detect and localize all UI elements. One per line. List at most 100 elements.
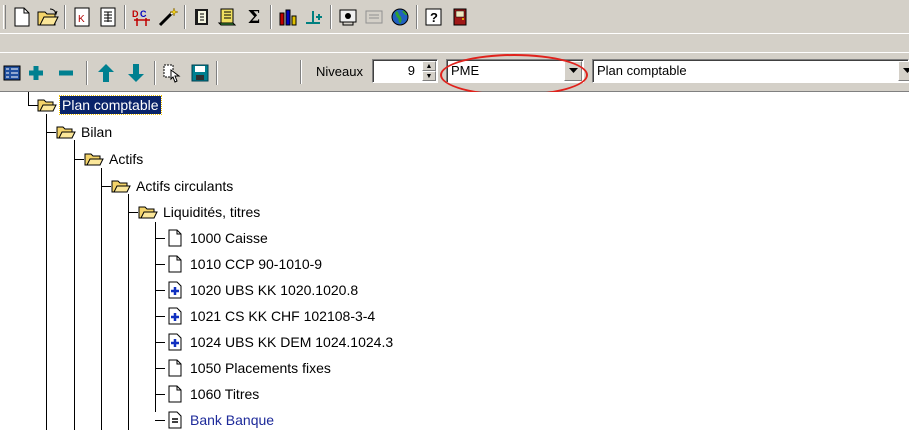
save-icon[interactable] — [188, 61, 212, 85]
minus-icon[interactable] — [54, 61, 78, 85]
add-row-icon[interactable] — [302, 5, 326, 29]
tree-node-label[interactable]: Actifs circulants — [134, 177, 235, 195]
magic-wand-icon[interactable] — [156, 5, 180, 29]
select-cursor-icon[interactable] — [160, 61, 184, 85]
tree-connector — [155, 316, 165, 317]
toolbar-separator — [330, 5, 332, 29]
helpdesk-icon[interactable] — [336, 5, 360, 29]
plan-selector-value: PME — [451, 63, 480, 78]
tree-node-label[interactable]: Liquidités, titres — [161, 203, 262, 221]
toolbar-separator — [270, 5, 272, 29]
niveaux-label: Niveaux — [316, 64, 363, 79]
tree-node-account[interactable]: 1021 CS KK CHF 102108-3-4 — [165, 303, 377, 329]
tree-node-label[interactable]: 1050 Placements fixes — [188, 359, 333, 377]
tree-node-account[interactable]: 1020 UBS KK 1020.1020.8 — [165, 277, 360, 303]
toolbar-grip[interactable] — [3, 5, 6, 29]
spinner-buttons: ▲ ▼ — [422, 61, 436, 81]
tree-node-account[interactable]: 1060 Titres — [165, 381, 261, 407]
svg-text:C: C — [140, 9, 147, 19]
tree-connector — [155, 394, 165, 395]
folder-open-icon — [37, 95, 57, 115]
tree-node-account[interactable]: Bank Banque — [165, 407, 276, 430]
chevron-down-icon[interactable] — [898, 61, 909, 81]
tree-node-label[interactable]: 1000 Caisse — [188, 229, 270, 247]
tree-node-account[interactable]: 1000 Caisse — [165, 225, 270, 251]
bank-account-icon — [165, 280, 185, 300]
account-tree: Plan comptable Bilan Actifs Actifs circu… — [0, 92, 909, 430]
niveaux-spinner[interactable]: 9 ▲ ▼ — [372, 59, 438, 83]
arrow-down-icon[interactable] — [124, 61, 148, 85]
plan-selector-dropdown[interactable]: PME — [446, 59, 584, 83]
tree-node-label[interactable]: 1010 CCP 90-1010-9 — [188, 255, 324, 273]
niveaux-value[interactable]: 9 — [373, 61, 419, 81]
tree-node-label[interactable]: 1020 UBS KK 1020.1020.8 — [188, 281, 360, 299]
tree-node-bilan[interactable]: Bilan — [56, 119, 114, 145]
tree-connector — [155, 238, 165, 239]
tree-node-root[interactable]: Plan comptable — [37, 92, 162, 118]
help-icon[interactable]: ? — [422, 5, 446, 29]
bank-account-icon — [165, 306, 185, 326]
tree-connector — [46, 114, 47, 430]
tree-node-actifs[interactable]: Actifs — [84, 146, 145, 172]
tree-connector — [128, 212, 138, 213]
tree-connector — [128, 194, 129, 430]
tree-node-label[interactable]: Bilan — [79, 123, 114, 141]
sigma-icon[interactable]: Σ — [242, 5, 266, 29]
tree-node-label[interactable]: 1021 CS KK CHF 102108-3-4 — [188, 307, 377, 325]
folder-open-icon — [111, 176, 131, 196]
tree-node-actifs-circulants[interactable]: Actifs circulants — [111, 173, 235, 199]
folder-open-icon — [84, 149, 104, 169]
toolbar-separator — [124, 5, 126, 29]
tree-node-account[interactable]: 1024 UBS KK DEM 1024.1024.3 — [165, 329, 395, 355]
svg-text:D: D — [132, 9, 139, 19]
tree-connector — [101, 168, 102, 430]
tree-connector — [28, 92, 29, 106]
spin-down-icon[interactable]: ▼ — [422, 71, 436, 81]
tree-node-account[interactable]: 1010 CCP 90-1010-9 — [165, 251, 324, 277]
help-label: ? — [430, 9, 438, 25]
tree-node-label[interactable]: Bank Banque — [188, 411, 276, 429]
document-icon — [165, 358, 185, 378]
plan-name-dropdown[interactable]: Plan comptable — [592, 59, 909, 83]
tree-node-label[interactable]: 1024 UBS KK DEM 1024.1024.3 — [188, 333, 395, 351]
document-icon — [165, 228, 185, 248]
tree-connector — [101, 186, 111, 187]
chart-icon[interactable] — [276, 5, 300, 29]
tree-connector — [74, 140, 75, 430]
toolbar-separator — [154, 61, 156, 85]
expand-all-icon[interactable] — [2, 61, 22, 85]
toolbar-separator — [184, 5, 186, 29]
scroll-icon[interactable] — [216, 5, 240, 29]
disabled-icon — [362, 5, 386, 29]
compare-icon[interactable]: DC — [130, 5, 154, 29]
plan-name-value: Plan comptable — [597, 63, 687, 78]
tree-node-label[interactable]: 1060 Titres — [188, 385, 261, 403]
toolbar-separator — [416, 5, 418, 29]
group-total-icon — [165, 410, 185, 430]
tree-node-label[interactable]: Plan comptable — [59, 95, 162, 115]
toolbar-separator — [300, 60, 302, 84]
toolbar-separator — [64, 5, 66, 29]
tree-node-liquidites[interactable]: Liquidités, titres — [138, 199, 262, 225]
tree-node-label[interactable]: Actifs — [107, 150, 145, 168]
k-document-icon[interactable]: K — [70, 5, 94, 29]
tree-connector — [74, 159, 84, 160]
tree-connector — [155, 368, 165, 369]
tree-connector — [155, 420, 165, 421]
open-folder-icon[interactable] — [36, 5, 60, 29]
bank-account-icon — [165, 332, 185, 352]
new-document-icon[interactable] — [10, 5, 34, 29]
chevron-down-icon[interactable] — [564, 61, 582, 81]
toolbar-separator — [216, 61, 218, 85]
spin-up-icon[interactable]: ▲ — [422, 61, 436, 71]
tree-node-account[interactable]: 1050 Placements fixes — [165, 355, 333, 381]
globe-icon[interactable] — [388, 5, 412, 29]
tree-connector — [46, 132, 56, 133]
arrow-up-icon[interactable] — [94, 61, 118, 85]
svg-text:K: K — [78, 14, 85, 25]
exit-door-icon[interactable] — [448, 5, 472, 29]
folder-open-icon — [56, 122, 76, 142]
plus-icon[interactable] — [24, 61, 48, 85]
table-icon[interactable] — [96, 5, 120, 29]
book-icon[interactable] — [190, 5, 214, 29]
